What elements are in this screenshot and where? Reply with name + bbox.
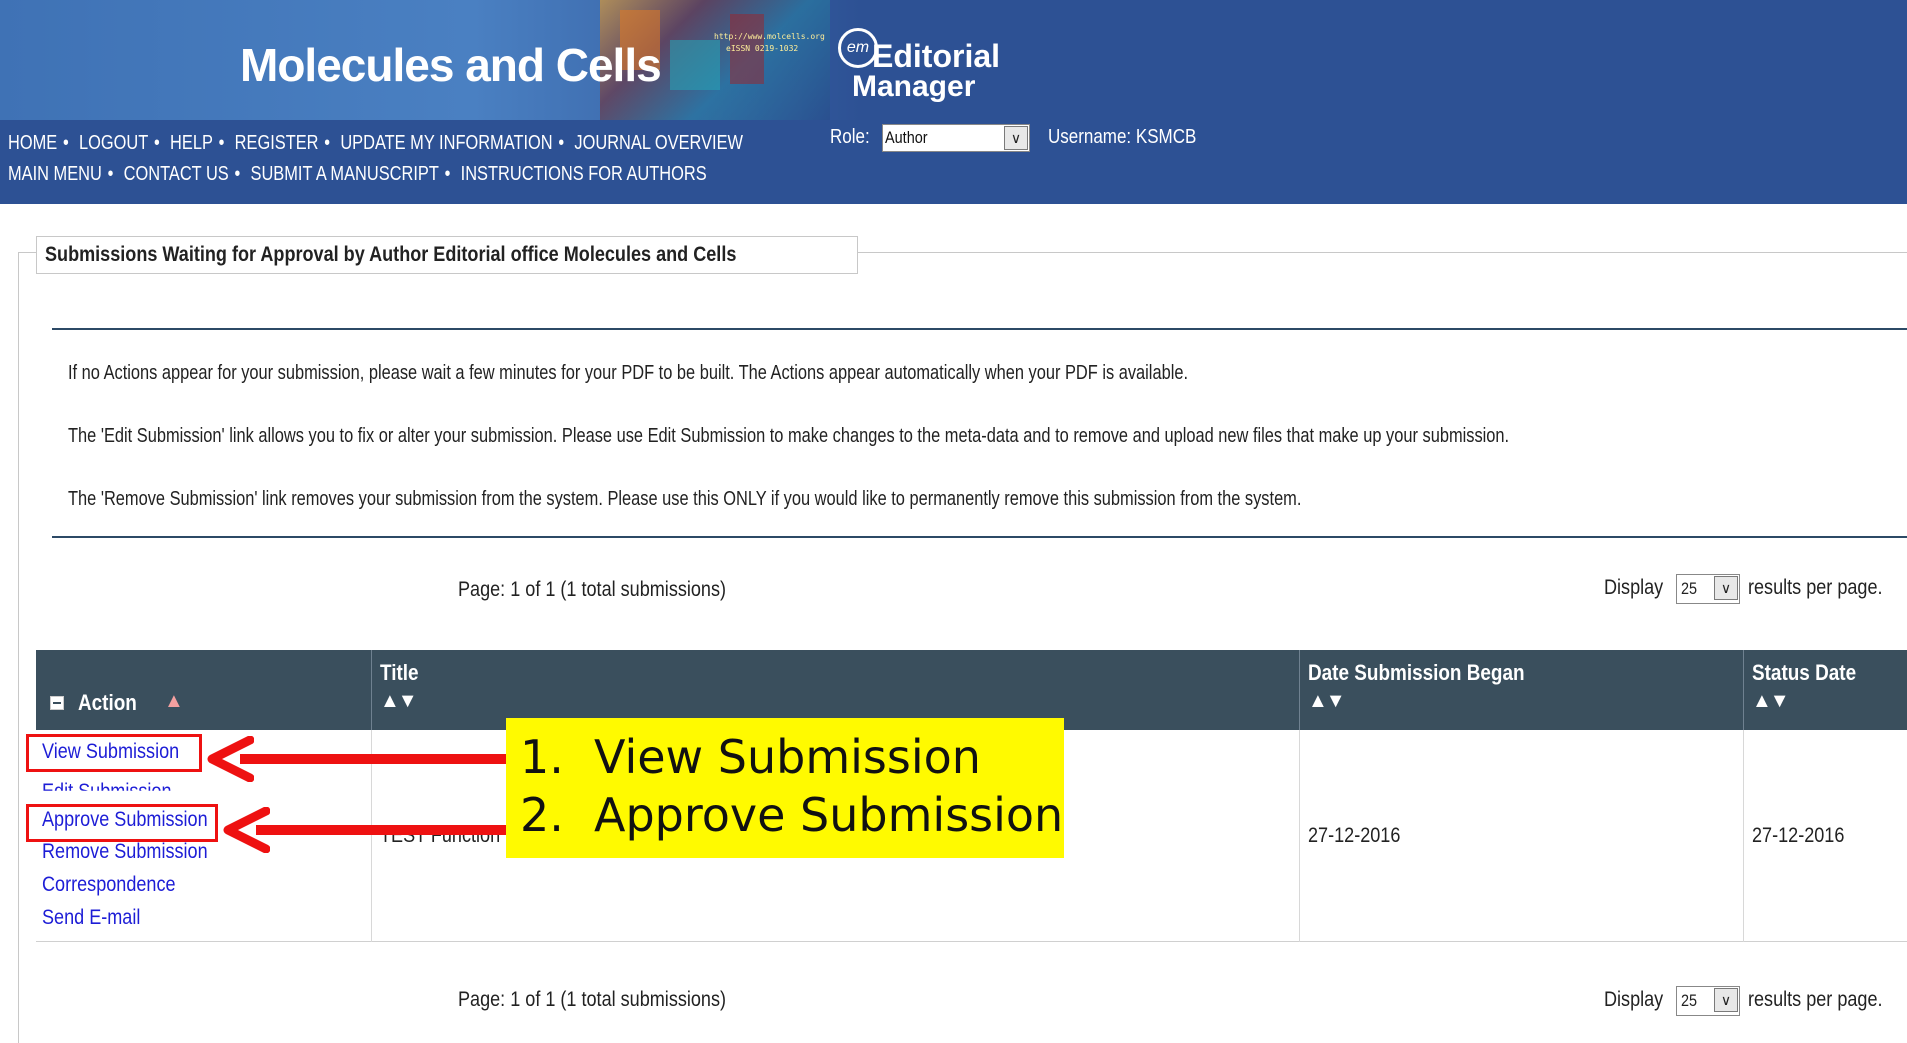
cell-date-began: 27-12-2016 <box>1300 730 1744 942</box>
section-title: Submissions Waiting for Approval by Auth… <box>36 236 858 274</box>
nav-row-primary: HOME • LOGOUT • HELP • REGISTER • UPDATE MY … <box>8 132 744 154</box>
results-per-page-value: 25 <box>1681 991 1698 1010</box>
editorial-manager-logo: em Editorial Manager <box>838 28 1000 108</box>
edit-submission-link[interactable]: Edit Submission <box>42 780 171 791</box>
arrow-approve-submission <box>256 825 508 835</box>
nav-row-secondary: MAIN MENU • CONTACT US • SUBMIT A MANUSCRI… <box>8 163 707 185</box>
column-action-label: Action <box>78 690 137 715</box>
callout-step-2-text: Approve Submission <box>594 788 1064 842</box>
sort-icon[interactable]: ▲▼ <box>380 690 418 713</box>
column-header-date-began[interactable]: Date Submission Began ▲▼ <box>1300 650 1744 730</box>
results-per-page-select[interactable]: 25 ∨ <box>1676 986 1740 1016</box>
send-email-link[interactable]: Send E-mail <box>42 906 140 930</box>
sort-icon[interactable]: ▲▼ <box>1752 690 1790 713</box>
sort-icon[interactable]: ▲▼ <box>1308 690 1346 713</box>
column-header-action[interactable]: Action ▲ <box>36 650 372 730</box>
chevron-down-icon[interactable]: ∨ <box>1714 988 1738 1012</box>
correspondence-link[interactable]: Correspondence <box>42 873 176 897</box>
column-header-status-date[interactable]: Status Date ▲▼ <box>1744 650 1907 730</box>
highlight-box-approve-submission <box>26 804 218 842</box>
callout-step-2-number: 2. <box>520 788 564 842</box>
nav-contact-us[interactable]: CONTACT US <box>124 163 229 185</box>
arrow-view-submission <box>240 754 508 764</box>
callout-step-1-number: 1. <box>520 730 564 784</box>
info-pdf-note: If no Actions appear for your submission… <box>68 362 1189 384</box>
results-per-page-label: results per page. <box>1748 988 1883 1011</box>
column-date-label: Date Submission Began <box>1308 660 1525 685</box>
display-label: Display <box>1604 576 1664 599</box>
nav-submit-manuscript[interactable]: SUBMIT A MANUSCRIPT <box>251 163 439 185</box>
collapse-icon[interactable] <box>50 696 64 710</box>
journal-title: Molecules and Cells <box>240 39 662 91</box>
pagination-summary-bottom: Page: 1 of 1 (1 total submissions) <box>458 988 727 1011</box>
callout-step-2: 2. Approve Submission <box>520 788 1063 842</box>
divider-top <box>52 328 1907 330</box>
nav-main-menu[interactable]: MAIN MENU <box>8 163 102 185</box>
callout-step-1-text: View Submission <box>594 730 981 784</box>
display-label: Display <box>1604 988 1664 1011</box>
nav-register[interactable]: REGISTER <box>235 132 319 154</box>
results-per-page-value: 25 <box>1681 579 1698 598</box>
username-label: Username: KSMCB <box>1048 126 1197 148</box>
banner-issn: eISSN 0219-1032 <box>726 44 799 53</box>
nav-logout[interactable]: LOGOUT <box>79 132 148 154</box>
arrow-head-icon <box>223 807 270 853</box>
role-label: Role: <box>830 126 870 148</box>
instruction-callout: 1. View Submission 2. Approve Submission <box>506 718 1064 858</box>
nav-instructions-for-authors[interactable]: INSTRUCTIONS FOR AUTHORS <box>461 163 707 185</box>
chevron-down-icon[interactable]: ∨ <box>1004 126 1028 150</box>
header-bar: Molecules and Cells http://www.molcells.… <box>0 0 1907 204</box>
nav-update-my-information[interactable]: UPDATE MY INFORMATION <box>340 132 552 154</box>
info-edit-note: The 'Edit Submission' link allows you to… <box>68 425 1510 447</box>
journal-banner: Molecules and Cells http://www.molcells.… <box>0 0 860 120</box>
nav-journal-overview[interactable]: JOURNAL OVERVIEW <box>574 132 743 154</box>
results-per-page-select[interactable]: 25 ∨ <box>1676 574 1740 604</box>
column-title-label: Title <box>380 660 419 685</box>
remove-submission-link[interactable]: Remove Submission <box>42 840 208 864</box>
status-date: 27-12-2016 <box>1752 824 1845 847</box>
sort-up-icon[interactable]: ▲ <box>164 690 184 713</box>
highlight-box-view-submission <box>26 734 202 772</box>
divider-bottom <box>52 536 1907 538</box>
column-status-label: Status Date <box>1752 660 1857 685</box>
em-logo-line2: Manager <box>852 70 976 103</box>
banner-url: http://www.molcells.org <box>714 32 825 41</box>
pagination-summary-top: Page: 1 of 1 (1 total submissions) <box>458 578 727 601</box>
info-remove-note: The 'Remove Submission' link removes you… <box>68 488 1302 510</box>
date-submission-began: 27-12-2016 <box>1308 824 1401 847</box>
role-select[interactable]: Author ∨ <box>882 124 1030 152</box>
role-select-value: Author <box>885 128 928 147</box>
chevron-down-icon[interactable]: ∨ <box>1714 576 1738 600</box>
callout-step-1: 1. View Submission <box>520 730 981 784</box>
cell-status-date: 27-12-2016 <box>1744 730 1907 942</box>
nav-home[interactable]: HOME <box>8 132 57 154</box>
arrow-head-icon <box>207 736 254 782</box>
results-per-page-label: results per page. <box>1748 576 1883 599</box>
nav-help[interactable]: HELP <box>170 132 213 154</box>
